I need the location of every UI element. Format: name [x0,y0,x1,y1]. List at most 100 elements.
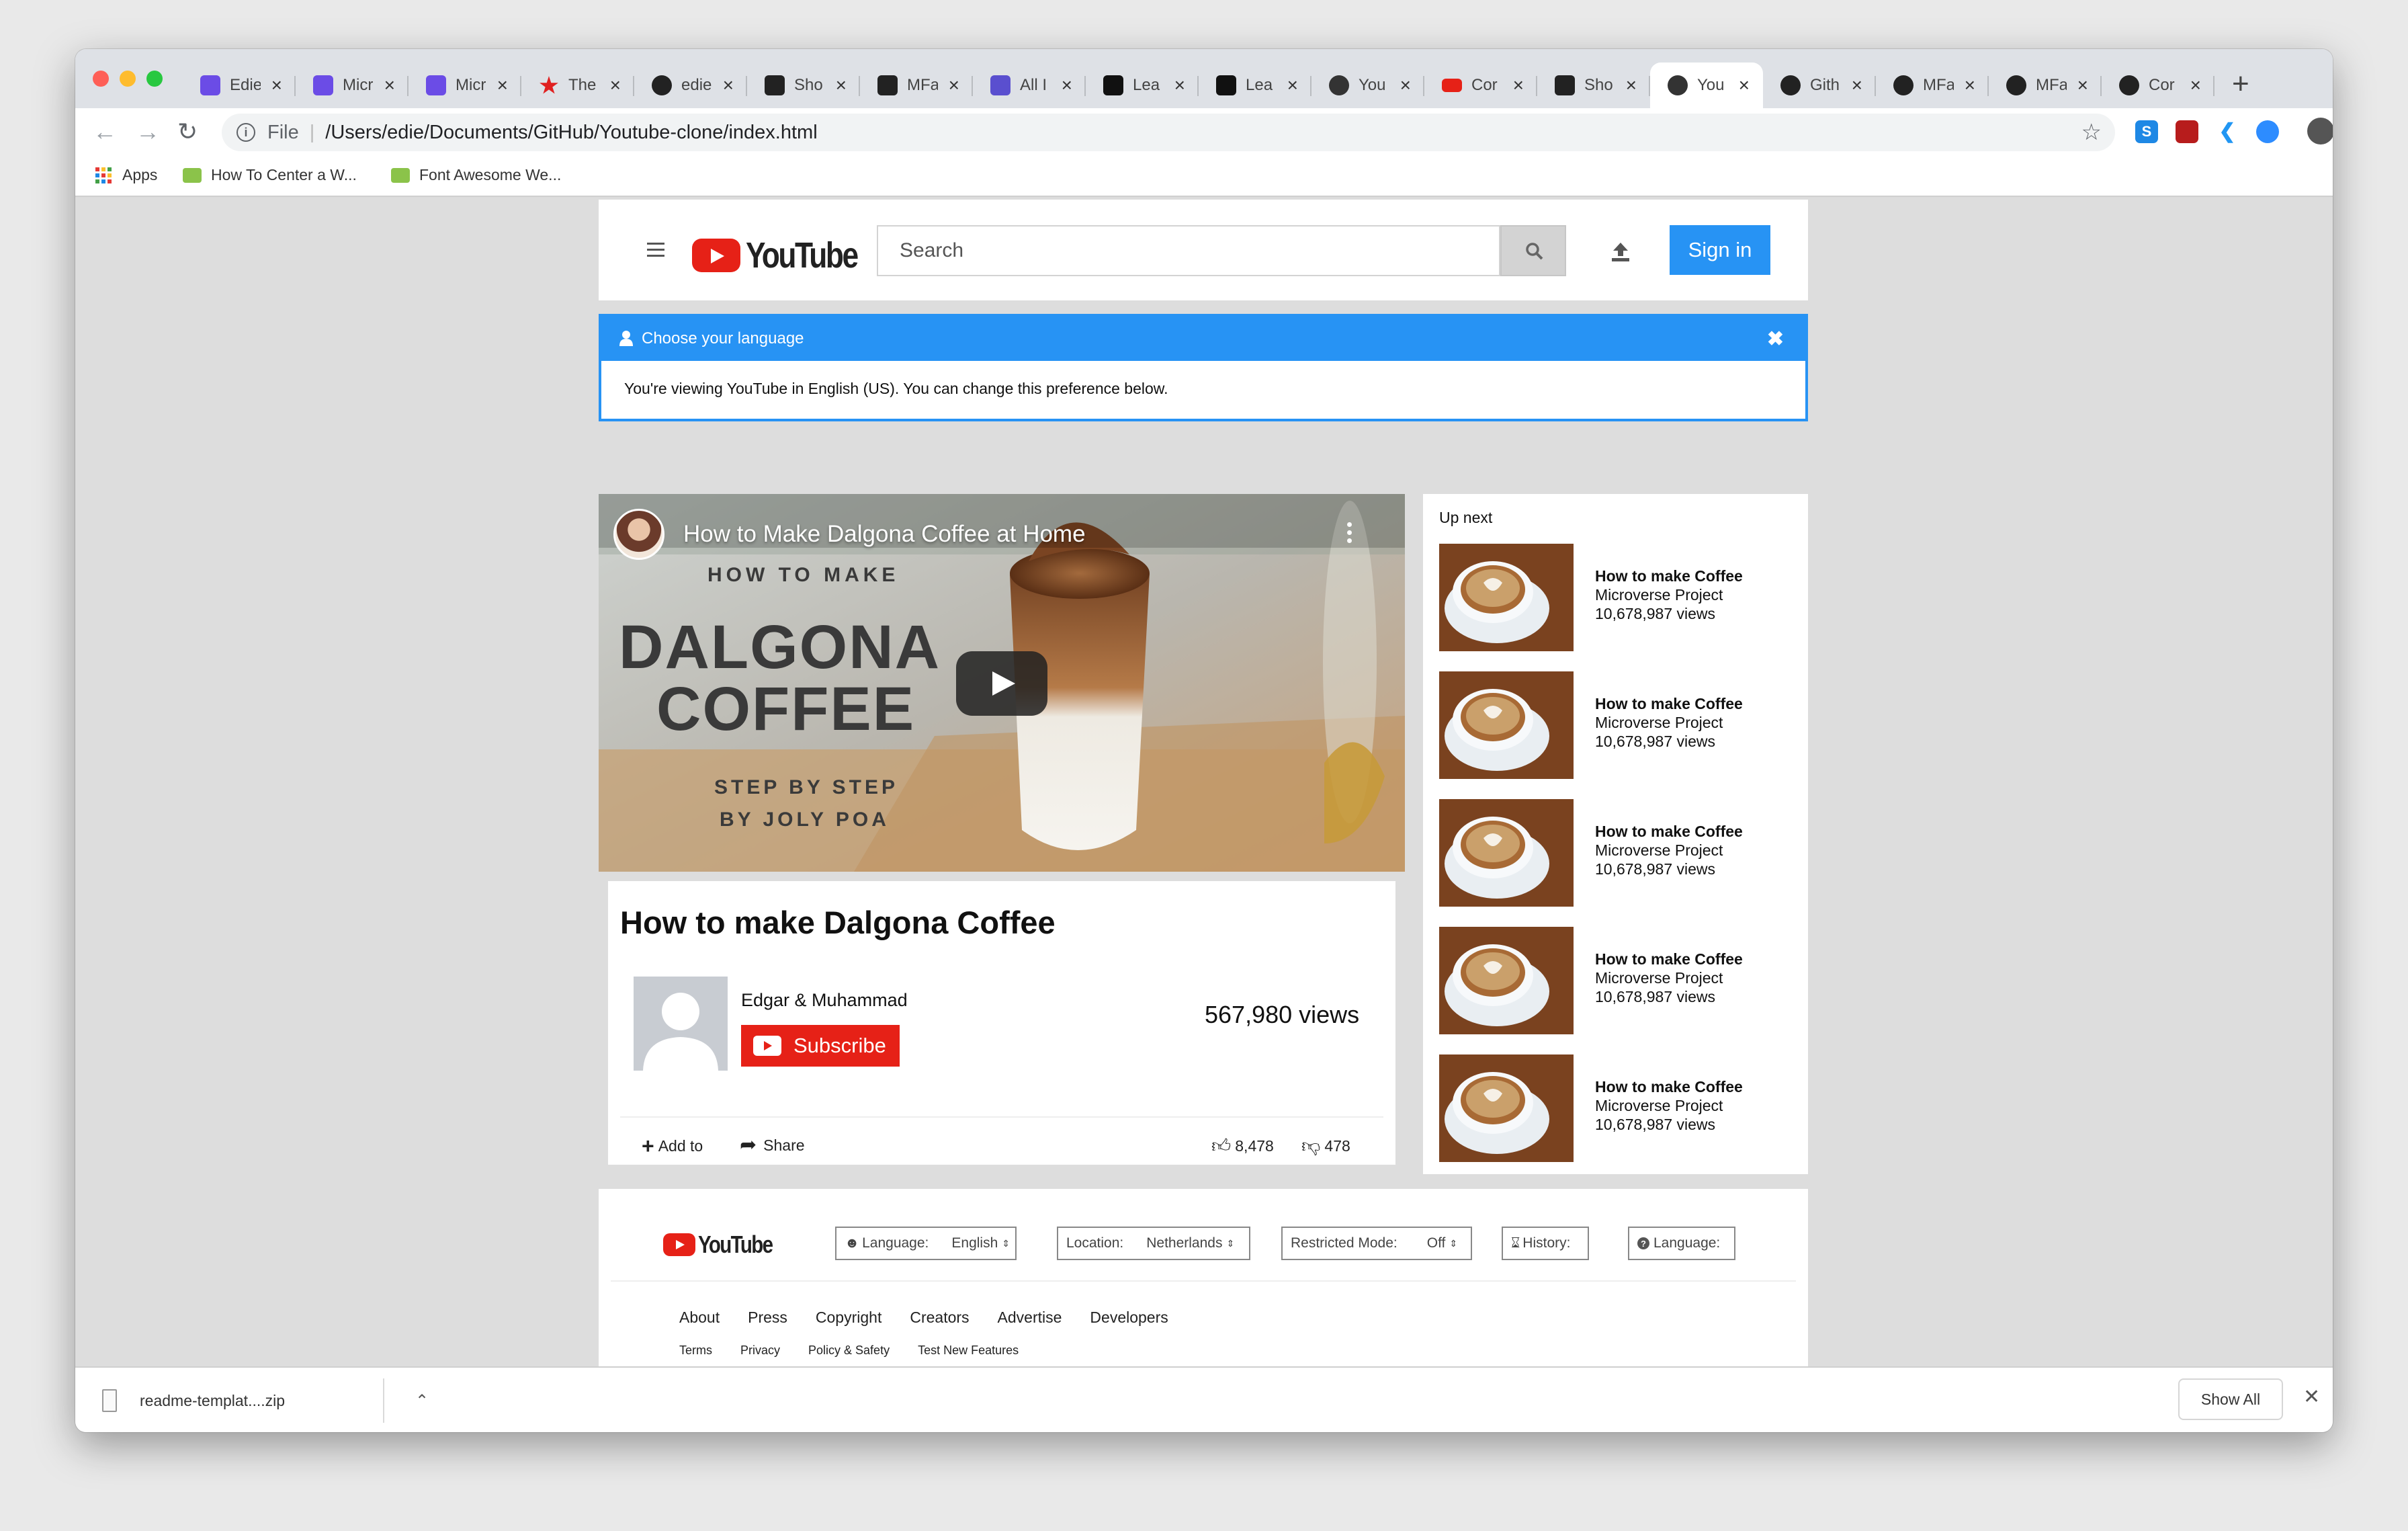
up-next-item[interactable]: How to make Coffee Microverse Project 10,6… [1439,1054,1802,1162]
address-bar[interactable]: i File | /Users/edie/Documents/GitHub/Yo… [222,114,2115,151]
hamburger-menu-icon[interactable] [647,243,664,257]
close-banner-icon[interactable]: ✖ [1767,327,1784,351]
minimize-window-button[interactable] [120,71,136,87]
language-select[interactable]: ☻ Language: English ⇕ [835,1227,1017,1260]
close-tab-icon[interactable]: × [2077,75,2088,96]
footer-link-small[interactable]: Policy & Safety [808,1343,890,1358]
video-thumbnail[interactable] [1439,799,1574,907]
video-player[interactable]: How to Make Dalgona Coffee at Home HOW T… [599,494,1405,872]
close-tab-icon[interactable]: × [1626,75,1637,96]
history-button[interactable]: ⌛︎ History: [1502,1227,1589,1260]
maximize-window-button[interactable] [146,71,163,87]
close-tab-icon[interactable]: × [1965,75,1975,96]
share-button[interactable]: ➦ Share [740,1135,805,1155]
footer-link-small[interactable]: Test New Features [918,1343,1019,1358]
close-tab-icon[interactable]: × [2190,75,2201,96]
browser-tab[interactable]: Sho × [1537,63,1650,108]
close-tab-icon[interactable]: × [1400,75,1411,96]
browser-tab[interactable]: Sho × [747,63,860,108]
play-button[interactable] [956,651,1047,716]
forward-icon[interactable]: → [136,118,160,146]
close-tab-icon[interactable]: × [1739,75,1750,96]
browser-tab[interactable]: Cor × [2102,63,2214,108]
footer-link-small[interactable]: Privacy [740,1343,780,1358]
extension-k-icon[interactable]: ❮ [2216,120,2239,143]
download-item[interactable]: readme-templat....zip ⌃ [102,1382,429,1419]
up-next-title[interactable]: How to make Coffee [1595,822,1743,841]
new-tab-icon[interactable]: + [2232,69,2249,99]
video-thumbnail[interactable] [1439,1054,1574,1162]
bookmark-center[interactable]: How To Center a W... [183,166,357,184]
browser-tab[interactable]: ★ The × [521,63,634,108]
footer-link[interactable]: Creators [910,1309,969,1327]
search-input[interactable]: Search [877,225,1500,276]
browser-tab[interactable]: Lea × [1199,63,1312,108]
youtube-logo[interactable]: YouTube [692,235,882,276]
close-tab-icon[interactable]: × [949,75,959,96]
close-tab-icon[interactable]: × [384,75,395,96]
browser-tab[interactable]: edie × [634,63,747,108]
browser-tab[interactable]: Lea × [1086,63,1199,108]
close-tab-icon[interactable]: × [1513,75,1524,96]
like-button[interactable]: 👍︎ 8,478 [1211,1136,1274,1155]
bookmark-apps[interactable]: Apps [95,166,157,184]
footer-link[interactable]: Advertise [998,1309,1062,1327]
browser-tab[interactable]: Gith × [1763,63,1876,108]
info-icon[interactable]: i [236,123,255,142]
channel-avatar-placeholder[interactable] [634,977,728,1071]
close-tab-icon[interactable]: × [1287,75,1298,96]
browser-tab[interactable]: Micr × [408,63,521,108]
close-tab-icon[interactable]: × [1062,75,1072,96]
channel-name[interactable]: Edgar & Muhammad [741,990,908,1011]
up-next-item[interactable]: How to make Coffee Microverse Project 10,6… [1439,799,1802,907]
back-icon[interactable]: ← [93,118,117,146]
close-tab-icon[interactable]: × [271,75,282,96]
browser-tab[interactable]: Cor × [1424,63,1537,108]
search-button[interactable] [1500,225,1566,276]
browser-tab[interactable]: Edie × [183,63,296,108]
up-next-title[interactable]: How to make Coffee [1595,950,1743,968]
close-tab-icon[interactable]: × [1174,75,1185,96]
browser-tab[interactable]: Micr × [296,63,408,108]
footer-link[interactable]: Developers [1090,1309,1168,1327]
channel-avatar[interactable] [613,509,664,560]
close-tab-icon[interactable]: × [497,75,508,96]
video-thumbnail[interactable] [1439,927,1574,1034]
browser-tab[interactable]: MFa × [1989,63,2102,108]
footer-link-small[interactable]: Terms [679,1343,712,1358]
extension-zoom-icon[interactable] [2256,120,2279,143]
browser-tab[interactable]: MFa × [860,63,973,108]
close-tab-icon[interactable]: × [723,75,734,96]
footer-link[interactable]: Press [748,1309,787,1327]
footer-link[interactable]: Copyright [816,1309,882,1327]
bookmark-font-awesome[interactable]: Font Awesome We... [391,166,561,184]
show-all-button[interactable]: Show All [2178,1378,2283,1420]
footer-youtube-logo[interactable]: YouTube [663,1231,789,1259]
close-tab-icon[interactable]: × [610,75,621,96]
more-options-icon[interactable] [1347,522,1352,543]
up-next-item[interactable]: How to make Coffee Microverse Project 10,6… [1439,544,1802,651]
extension-s-icon[interactable]: S [2135,120,2158,143]
up-next-title[interactable]: How to make Coffee [1595,567,1743,585]
upload-icon[interactable] [1609,240,1632,263]
browser-tab[interactable]: MFa × [1876,63,1989,108]
up-next-title[interactable]: How to make Coffee [1595,694,1743,713]
location-select[interactable]: Location: Netherlands ⇕ [1057,1227,1250,1260]
up-next-title[interactable]: How to make Coffee [1595,1077,1743,1096]
chevron-up-icon[interactable]: ⌃ [415,1391,429,1411]
video-thumbnail[interactable] [1439,544,1574,651]
restricted-mode-select[interactable]: Restricted Mode: Off ⇕ [1281,1227,1472,1260]
up-next-item[interactable]: How to make Coffee Microverse Project 10,6… [1439,671,1802,779]
dislike-button[interactable]: 👎︎ 478 [1301,1136,1350,1155]
profile-avatar[interactable] [2307,118,2333,144]
footer-link[interactable]: About [679,1309,720,1327]
bookmark-star-icon[interactable]: ☆ [2081,119,2102,146]
close-download-bar-icon[interactable]: ✕ [2303,1385,2320,1409]
sign-in-button[interactable]: Sign in [1670,225,1770,275]
video-thumbnail[interactable] [1439,671,1574,779]
up-next-item[interactable]: How to make Coffee Microverse Project 10,6… [1439,927,1802,1034]
browser-tab[interactable]: All I × [973,63,1086,108]
add-to-button[interactable]: + Add to [642,1135,703,1157]
browser-tab[interactable]: You × [1650,63,1763,108]
extension-shield-icon[interactable] [2176,120,2198,143]
